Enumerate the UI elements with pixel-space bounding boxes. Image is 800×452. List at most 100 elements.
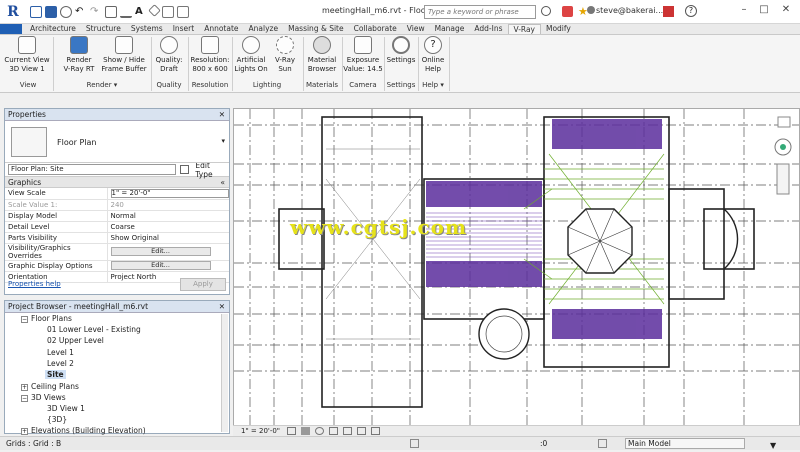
- temporary-hide-icon[interactable]: [357, 427, 366, 435]
- measure-icon[interactable]: [120, 6, 132, 18]
- properties-help-link[interactable]: Properties help: [8, 280, 61, 288]
- panel-label-help[interactable]: Help ▾: [419, 81, 447, 89]
- close-hidden-icon[interactable]: [177, 5, 189, 18]
- tab-manage[interactable]: Manage: [430, 24, 470, 34]
- navigation-wheel-icon[interactable]: [774, 138, 792, 156]
- graphic-display-edit-button[interactable]: Edit...: [110, 261, 211, 270]
- quality-button[interactable]: Quality: Draft: [153, 36, 185, 73]
- search-input[interactable]: Type a keyword or phrase: [424, 5, 536, 19]
- tree-item-floor-plans[interactable]: − Floor Plans: [21, 314, 72, 323]
- sync-icon[interactable]: [60, 5, 72, 18]
- exchange-icon[interactable]: [663, 6, 674, 17]
- sun-path-icon[interactable]: [315, 427, 324, 435]
- vray-sun-button[interactable]: V-Ray Sun: [270, 36, 300, 73]
- tab-modify[interactable]: Modify: [541, 24, 576, 34]
- type-selector[interactable]: Floor Plan ▾: [5, 121, 229, 163]
- undo-icon[interactable]: ↶: [75, 6, 87, 18]
- close-button[interactable]: ✕: [778, 4, 794, 18]
- tab-annotate[interactable]: Annotate: [199, 24, 243, 34]
- artificial-lights-button[interactable]: Artificial Lights On: [233, 36, 269, 73]
- tree-item-lower-level[interactable]: 01 Lower Level - Existing: [47, 325, 141, 334]
- tree-item-level-2[interactable]: Level 2: [47, 359, 74, 368]
- shadows-icon[interactable]: [329, 427, 338, 435]
- tab-massing-site[interactable]: Massing & Site: [283, 24, 349, 34]
- view-scale[interactable]: 1" = 20'-0": [241, 427, 280, 435]
- view-cube-icon[interactable]: [777, 116, 791, 128]
- render-button[interactable]: Render V-Ray RT: [56, 36, 102, 73]
- material-browser-button[interactable]: Material Browser: [304, 36, 340, 73]
- text-icon[interactable]: A: [135, 6, 147, 18]
- current-view-button[interactable]: Current View 3D View 1: [4, 36, 50, 73]
- tab-structure[interactable]: Structure: [81, 24, 126, 34]
- reveal-hidden-icon[interactable]: [371, 427, 380, 435]
- tree-item-site[interactable]: Site: [45, 370, 66, 379]
- tab-architecture[interactable]: Architecture: [25, 24, 81, 34]
- browser-scrollbar[interactable]: [221, 314, 228, 432]
- resolution-button[interactable]: Resolution: 800 x 600: [189, 36, 231, 73]
- tab-view[interactable]: View: [402, 24, 430, 34]
- worksharing-icon[interactable]: [410, 439, 419, 448]
- exposure-button[interactable]: Exposure Value: 14.5: [343, 36, 383, 73]
- help-icon[interactable]: ?: [685, 5, 697, 17]
- user-name[interactable]: steve@bakerai...: [596, 6, 663, 15]
- online-help-button[interactable]: ? Online Help: [419, 36, 447, 73]
- close-icon[interactable]: ✕: [219, 109, 225, 120]
- instance-filter-dropdown[interactable]: Floor Plan: Site: [8, 164, 176, 175]
- graphics-group-header[interactable]: Graphics «: [5, 177, 229, 188]
- active-workset-zero[interactable]: :0: [540, 437, 547, 450]
- type-name: Floor Plan: [57, 138, 97, 147]
- open-icon[interactable]: [30, 5, 42, 18]
- visual-style-icon[interactable]: [301, 427, 310, 435]
- panel-label-quality: Quality: [156, 81, 182, 89]
- tree-item-upper-level[interactable]: 02 Upper Level: [47, 336, 104, 345]
- panel-label-resolution: Resolution: [191, 81, 229, 89]
- status-bar: Grids : Grid : B :0 Main Model ▼: [0, 436, 800, 450]
- redo-icon[interactable]: ↷: [90, 6, 102, 18]
- revit-logo[interactable]: R: [0, 0, 26, 24]
- design-options-icon[interactable]: [598, 439, 607, 448]
- edit-type-icon[interactable]: [179, 165, 190, 174]
- edit-type-button[interactable]: Edit Type: [195, 161, 229, 179]
- tab-v-ray[interactable]: V-Ray: [507, 24, 541, 34]
- panel-label-render[interactable]: Render ▾: [56, 81, 148, 89]
- tree-item-elevations[interactable]: + Elevations (Building Elevation): [21, 426, 146, 435]
- tab-collaborate[interactable]: Collaborate: [349, 24, 402, 34]
- chevron-down-icon[interactable]: ▾: [221, 137, 225, 145]
- settings-button[interactable]: Settings: [385, 36, 417, 65]
- tab-analyze[interactable]: Analyze: [244, 24, 284, 34]
- save-icon[interactable]: [45, 5, 57, 18]
- properties-header: Properties ✕: [5, 109, 229, 121]
- zoom-control-icon[interactable]: [776, 163, 790, 195]
- section-icon[interactable]: [162, 5, 174, 18]
- minimize-button[interactable]: –: [736, 4, 752, 18]
- round-tower: [478, 308, 530, 360]
- tree-item-3d-views[interactable]: −3D Views: [21, 393, 66, 402]
- floor-plan-canvas[interactable]: [233, 108, 800, 426]
- main-model-dropdown[interactable]: Main Model: [625, 438, 745, 449]
- tree-item-ceiling-plans[interactable]: + Ceiling Plans: [21, 382, 79, 391]
- tree-item-level-1[interactable]: Level 1: [47, 348, 74, 357]
- crop-view-icon[interactable]: [343, 427, 352, 435]
- tab-add-ins[interactable]: Add-Ins: [469, 24, 507, 34]
- tab-file[interactable]: [0, 24, 22, 34]
- 3d-view-icon[interactable]: [148, 3, 161, 17]
- apply-button[interactable]: Apply: [180, 278, 226, 291]
- tree-item-3d-view-1[interactable]: 3D View 1: [47, 404, 85, 413]
- table-row: Display Model Normal: [5, 210, 229, 222]
- vg-overrides-edit-button[interactable]: Edit...: [110, 247, 211, 256]
- search-icon[interactable]: [541, 6, 551, 16]
- title-bar: R ↶ ↷ A meetingHall_m6.rvt - Floor... Ty…: [0, 0, 800, 24]
- close-icon[interactable]: ✕: [219, 301, 225, 312]
- subscription-icon[interactable]: [562, 6, 573, 17]
- tab-insert[interactable]: Insert: [168, 24, 200, 34]
- print-icon[interactable]: [105, 5, 117, 18]
- filter-icon[interactable]: ▼: [770, 439, 776, 452]
- camera-icon: [354, 36, 372, 54]
- user-icon[interactable]: [587, 6, 595, 14]
- detail-level-icon[interactable]: [287, 427, 296, 435]
- frame-buffer-button[interactable]: Show / Hide Frame Buffer: [100, 36, 148, 73]
- maximize-button[interactable]: □: [756, 4, 772, 18]
- material-icon: [313, 36, 331, 54]
- tree-item-3d-default[interactable]: {3D}: [47, 415, 67, 424]
- tab-systems[interactable]: Systems: [126, 24, 168, 34]
